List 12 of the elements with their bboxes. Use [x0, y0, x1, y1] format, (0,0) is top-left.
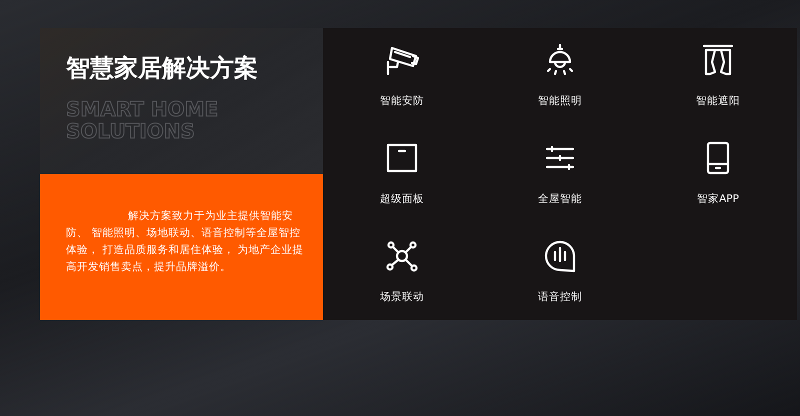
feature-label: 智能遮阳	[696, 94, 740, 108]
feature-label: 智能照明	[538, 94, 582, 108]
feature-label: 超级面板	[380, 192, 424, 206]
feature-label: 智能安防	[380, 94, 424, 108]
curtain-icon	[700, 42, 736, 78]
voice-bubble-icon	[542, 238, 578, 274]
feature-label: 全屋智能	[538, 192, 582, 206]
feature-label: 语音控制	[538, 290, 582, 304]
description-text: 解决方案致力于为业主提供智能安防、 智能照明、场地联动、语音控制等全屋智控体验， 打造品质服务和居住体验， 为地产企业提高开发销售卖点，提升品牌溢价。	[66, 209, 305, 275]
feature-label: 智家APP	[697, 192, 739, 206]
feature-label: 场景联动	[380, 290, 424, 304]
section-title: 智慧家居解决方案	[66, 53, 259, 84]
